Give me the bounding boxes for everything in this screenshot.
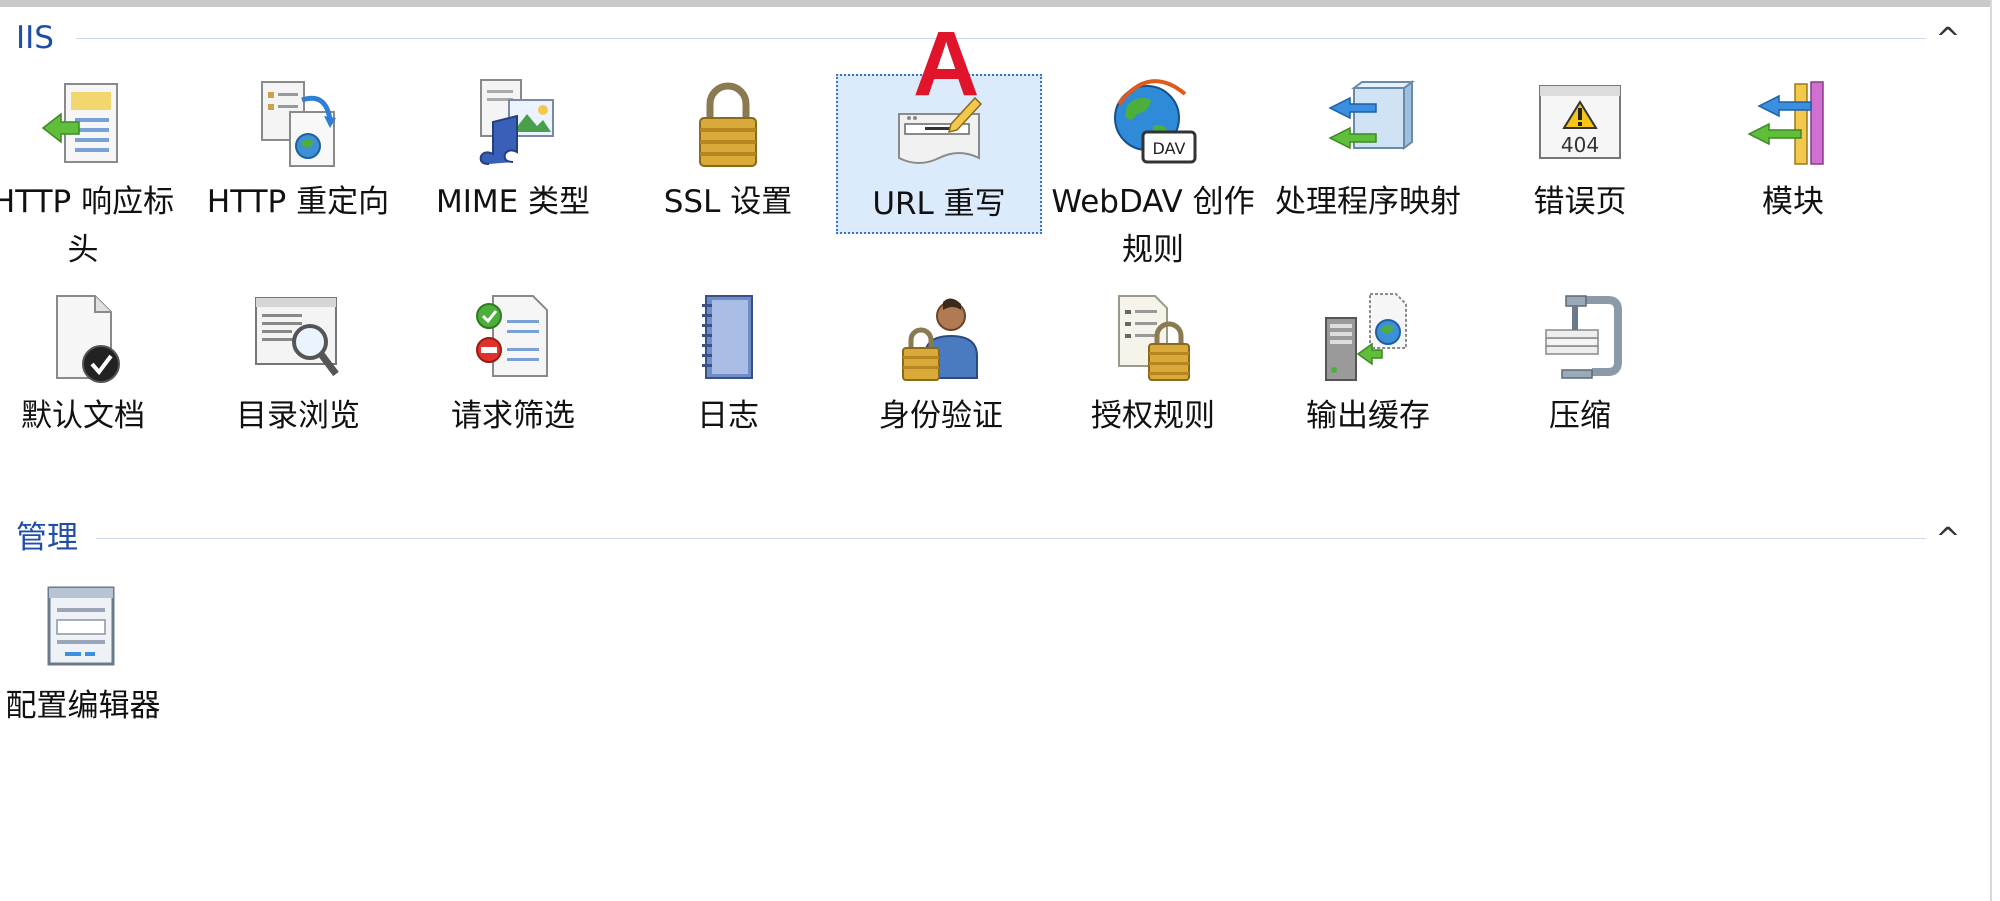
group-divider-iis xyxy=(76,38,1926,39)
feature-tile-authorization-rules[interactable]: 授权规则 xyxy=(1050,290,1256,440)
logging-notebook-icon xyxy=(702,295,753,379)
feature-tile-handler-mappings[interactable]: 处理程序映射 xyxy=(1265,76,1471,226)
group-title-manage: 管理 xyxy=(16,518,88,558)
configuration-editor-icon xyxy=(47,586,115,666)
feature-tile-request-filtering[interactable]: 请求筛选 xyxy=(410,290,616,440)
window-right-border xyxy=(1990,0,2000,901)
authentication-user-lock-icon xyxy=(902,298,978,381)
tile-label: 处理程序映射 xyxy=(1275,184,1461,220)
group-divider-manage xyxy=(96,538,1926,539)
collapse-iis-button[interactable]: ^ xyxy=(1930,18,1966,58)
http-response-headers-icon xyxy=(41,83,118,163)
collapse-manage-button[interactable]: ^ xyxy=(1930,518,1966,558)
modules-icon xyxy=(1747,81,1824,165)
tile-label: 输出缓存 xyxy=(1306,398,1430,434)
default-document-icon xyxy=(56,295,120,383)
annotation-marker-a: A xyxy=(913,13,980,115)
feature-tile-logging[interactable]: 日志 xyxy=(625,290,831,440)
tile-label: 错误页 xyxy=(1533,184,1627,220)
svg-text:DAV: DAV xyxy=(1153,139,1186,158)
feature-tile-modules[interactable]: 模块 xyxy=(1690,76,1896,226)
svg-text:404: 404 xyxy=(1561,133,1599,157)
tile-label: 日志 xyxy=(697,398,759,434)
tile-label: 压缩 xyxy=(1549,398,1611,434)
error-page-404-icon: 404 xyxy=(1539,85,1621,159)
feature-tile-directory-browsing[interactable]: 目录浏览 xyxy=(195,290,401,440)
tile-label: SSL 设置 xyxy=(663,184,793,220)
webdav-globe-icon: DAV xyxy=(1114,79,1197,164)
handler-mappings-icon xyxy=(1328,80,1415,150)
group-title-iis: IIS xyxy=(16,18,64,58)
ssl-lock-icon xyxy=(699,82,757,167)
tile-label: MIME 类型 xyxy=(435,184,591,220)
mime-types-icon xyxy=(479,79,554,165)
feature-tile-compression[interactable]: 压缩 xyxy=(1477,290,1683,440)
tile-label: HTTP 重定向 xyxy=(206,184,390,220)
feature-tile-output-caching[interactable]: 输出缓存 xyxy=(1265,290,1471,440)
tile-label: 配置编辑器 xyxy=(5,688,161,724)
directory-browsing-icon xyxy=(255,297,339,377)
tile-label: 授权规则 xyxy=(1091,398,1215,434)
feature-tile-mime-types[interactable]: MIME 类型 xyxy=(410,76,616,226)
tile-label: 身份验证 xyxy=(879,398,1003,434)
output-caching-icon xyxy=(1325,293,1407,381)
http-redirect-icon xyxy=(261,81,336,167)
window-top-border xyxy=(0,0,1990,7)
tile-label: URL 重写 xyxy=(872,186,1006,222)
tile-label: 请求筛选 xyxy=(451,398,575,434)
tile-label: 目录浏览 xyxy=(236,398,360,434)
feature-tile-http-redirect[interactable]: HTTP 重定向 xyxy=(195,76,401,226)
tile-label: 模块 xyxy=(1762,184,1824,220)
authorization-rules-icon xyxy=(1118,295,1190,381)
feature-tile-default-document[interactable]: 默认文档 xyxy=(0,290,186,440)
feature-tile-http-response-headers[interactable]: HTTP 响应标头 xyxy=(0,76,186,274)
feature-tile-error-pages[interactable]: 404 错误页 xyxy=(1477,76,1683,226)
feature-tile-authentication[interactable]: 身份验证 xyxy=(838,290,1044,440)
feature-tile-webdav-authoring-rules[interactable]: DAV WebDAV 创作规则 xyxy=(1050,76,1256,274)
group-header-manage: 管理 ^ xyxy=(16,518,1966,558)
compression-clamp-icon xyxy=(1545,295,1622,379)
tile-label: HTTP 响应标头 xyxy=(0,184,175,268)
tile-label: WebDAV 创作规则 xyxy=(1051,184,1255,268)
request-filtering-icon xyxy=(476,295,548,377)
feature-tile-ssl-settings[interactable]: SSL 设置 xyxy=(625,76,831,226)
group-header-iis: IIS ^ xyxy=(16,18,1966,58)
feature-tile-configuration-editor[interactable]: 配置编辑器 xyxy=(0,580,186,730)
tile-label: 默认文档 xyxy=(21,398,145,434)
